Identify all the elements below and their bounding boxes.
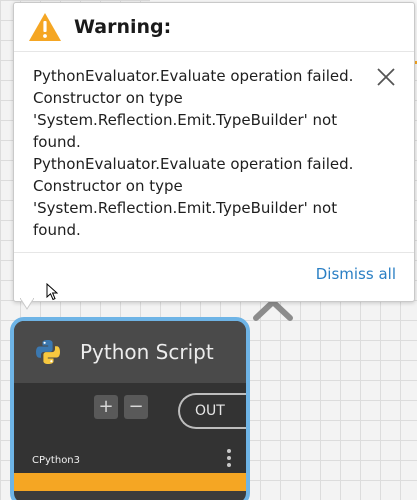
dismiss-all-link[interactable]: Dismiss all [316, 265, 396, 283]
close-icon [377, 68, 395, 86]
node-title: Python Script [80, 340, 214, 364]
message-line: 'System.Reflection.Emit.TypeBuilder' not [33, 111, 338, 129]
message-line: Constructor on type [33, 177, 183, 195]
popup-title: Warning: [74, 16, 172, 38]
popup-header: Warning: [14, 3, 414, 51]
message-line: found. [33, 221, 81, 239]
mouse-cursor-icon [46, 283, 58, 301]
message-line: PythonEvaluator.Evaluate operation faile… [33, 67, 354, 85]
python-logo-icon [36, 340, 60, 364]
popup-footer-divider [14, 252, 414, 253]
warning-message: PythonEvaluator.Evaluate operation faile… [33, 65, 373, 241]
node-status-bar [14, 473, 246, 491]
message-line: Constructor on type [33, 89, 183, 107]
close-button[interactable] [374, 65, 398, 89]
more-vertical-icon[interactable] [222, 447, 236, 469]
message-line: PythonEvaluator.Evaluate operation faile… [33, 155, 354, 173]
output-port[interactable]: OUT [178, 393, 246, 429]
message-line: 'System.Reflection.Emit.TypeBuilder' not [33, 199, 338, 217]
python-engine-label: CPython3 [32, 455, 81, 466]
add-input-button[interactable]: + [94, 395, 118, 419]
python-script-node[interactable]: Python Script + − OUT CPython3 [10, 317, 250, 500]
remove-input-button[interactable]: − [124, 395, 148, 419]
message-line: found. [33, 133, 81, 151]
warning-popup: Warning: PythonEvaluator.Evaluate operat… [13, 2, 415, 302]
popup-pointer [20, 298, 34, 310]
warning-triangle-icon [29, 13, 61, 41]
popup-divider [14, 51, 414, 52]
node-header[interactable]: Python Script [14, 321, 246, 383]
